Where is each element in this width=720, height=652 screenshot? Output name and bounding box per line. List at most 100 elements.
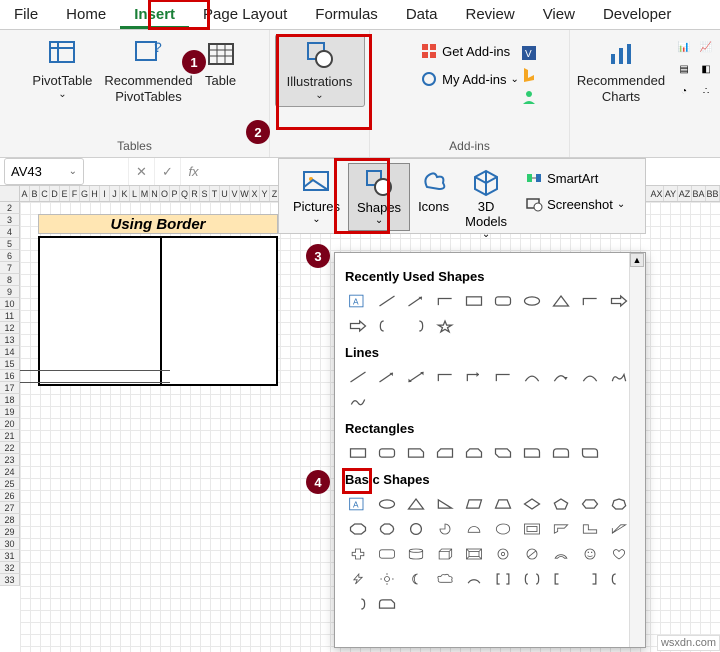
shape-rrect[interactable] [374,442,400,464]
bar-chart-icon[interactable]: 📊 [675,38,693,56]
col-header[interactable]: R [190,186,200,201]
shape-donut[interactable] [490,543,516,565]
shape-snip2[interactable] [432,442,458,464]
shape-diamond[interactable] [519,493,545,515]
row-header[interactable]: 3 [0,214,20,226]
shape-bevel[interactable] [461,543,487,565]
shape-halfframe[interactable] [548,518,574,540]
shape-pie[interactable] [432,518,458,540]
row-header[interactable]: 22 [0,442,20,454]
menu-review[interactable]: Review [452,0,529,29]
shape-oval[interactable] [519,290,545,312]
row-header[interactable]: 5 [0,238,20,250]
shape-dod[interactable] [403,518,429,540]
shape-tear[interactable] [490,518,516,540]
row-header[interactable]: 10 [0,298,20,310]
recommended-pivottables-button[interactable]: ? Recommended PivotTables [98,34,198,108]
shape-text[interactable]: A [345,290,371,312]
row-header[interactable]: 4 [0,226,20,238]
row-header[interactable]: 25 [0,478,20,490]
shape-oct[interactable] [345,518,371,540]
shape-brace2[interactable] [345,593,371,615]
shape-elbow[interactable] [432,290,458,312]
shape-tri[interactable] [548,290,574,312]
gallery-scrollbar[interactable]: ▲ [629,253,645,647]
menu-formulas[interactable]: Formulas [301,0,392,29]
row-header[interactable]: 9 [0,286,20,298]
visio-icon[interactable]: V [520,44,538,62]
line-chart-icon[interactable]: 📈 [697,38,715,56]
shape-rtri[interactable] [432,493,458,515]
shape-sun[interactable] [374,568,400,590]
bing-icon[interactable] [520,66,538,84]
pivottable-button[interactable]: PivotTable ⌄ [26,34,98,105]
col-header[interactable]: K [120,186,130,201]
shape-sniprnd[interactable] [374,593,400,615]
col-header[interactable]: S [200,186,210,201]
shape-round3[interactable] [577,442,603,464]
illustrations-button[interactable]: Illustrations ⌄ [275,34,365,107]
col-header[interactable]: V [230,186,240,201]
combo-chart-icon[interactable]: ◧ [697,60,715,78]
row-header[interactable]: 33 [0,574,20,586]
shape-elbow[interactable] [490,366,516,388]
shape-lbrack[interactable] [548,568,574,590]
scatter-chart-icon[interactable]: ∴ [697,82,715,100]
row-header[interactable]: 16 [0,370,20,382]
shape-can[interactable] [403,543,429,565]
shape-curve[interactable] [519,366,545,388]
menu-pagelayout[interactable]: Page Layout [189,0,301,29]
select-all-corner[interactable] [0,186,20,201]
col-header[interactable]: E [60,186,70,201]
cancel-button[interactable]: ✕ [128,158,154,185]
menu-developer[interactable]: Developer [589,0,685,29]
row-header[interactable]: 13 [0,334,20,346]
shape-dbrace[interactable] [519,568,545,590]
shapes-button[interactable]: Shapes ⌄ [348,163,410,231]
shape-arrow[interactable] [403,290,429,312]
col-header[interactable]: G [80,186,90,201]
shape-curve[interactable] [577,366,603,388]
row-header[interactable]: 18 [0,394,20,406]
3d-models-button[interactable]: 3D Models ⌄ [457,163,515,244]
shape-moon[interactable] [403,568,429,590]
shape-frame[interactable] [519,518,545,540]
scroll-up-icon[interactable]: ▲ [630,253,644,267]
row-header[interactable]: 20 [0,418,20,430]
row-header[interactable]: 15 [0,358,20,370]
shape-cloud[interactable] [432,568,458,590]
shape-oval[interactable] [374,493,400,515]
shape-scribble[interactable] [345,391,371,413]
my-addins-button[interactable]: My Add-ins ⌄ [416,68,523,90]
enter-button[interactable]: ✓ [154,158,180,185]
col-header[interactable]: Y [260,186,270,201]
col-header[interactable]: O [160,186,170,201]
name-box[interactable]: AV43 ⌄ [4,158,84,185]
shape-smile[interactable] [577,543,603,565]
row-header[interactable]: 17 [0,382,20,394]
menu-data[interactable]: Data [392,0,452,29]
col-header[interactable]: X [250,186,260,201]
row-header[interactable]: 6 [0,250,20,262]
shape-cross[interactable] [345,543,371,565]
screenshot-button[interactable]: Screenshot ⌄ [521,193,629,215]
smartart-button[interactable]: SmartArt [521,167,629,189]
shape-blockarc[interactable] [548,543,574,565]
shape-round2[interactable] [548,442,574,464]
col-header[interactable]: AX [650,186,664,201]
row-header[interactable]: 21 [0,430,20,442]
col-header[interactable]: M [140,186,150,201]
shape-noent[interactable] [519,543,545,565]
col-header[interactable]: J [110,186,120,201]
shape-plaque[interactable] [374,543,400,565]
col-header[interactable]: N [150,186,160,201]
shape-lshape[interactable] [577,518,603,540]
col-header[interactable]: W [240,186,250,201]
col-header[interactable]: I [100,186,110,201]
col-header[interactable]: BB [706,186,720,201]
row-header[interactable]: 27 [0,502,20,514]
row-header[interactable]: 28 [0,514,20,526]
shape-elbowarr[interactable] [461,366,487,388]
shape-rect[interactable] [345,442,371,464]
col-header[interactable]: AZ [678,186,692,201]
